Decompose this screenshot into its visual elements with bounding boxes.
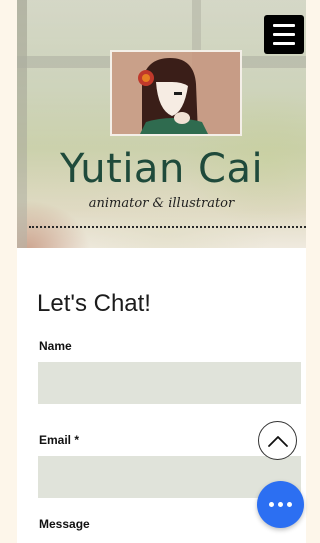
scroll-to-top-button[interactable] [258, 421, 297, 460]
site-tagline: animator & illustrator [88, 196, 235, 211]
name-field[interactable] [38, 362, 301, 404]
chevron-up-icon [267, 435, 288, 447]
site-title[interactable]: Yutian Cai [17, 141, 306, 197]
ellipsis-icon [269, 502, 274, 507]
form-title: Let's Chat! [37, 290, 151, 317]
hamburger-menu-icon [273, 33, 295, 36]
menu-button[interactable] [264, 15, 304, 54]
header-banner: Yutian Cai animator & illustrator [17, 0, 306, 248]
ellipsis-icon [287, 502, 292, 507]
page: Yutian Cai animator & illustrator Let's … [17, 0, 306, 543]
avatar [110, 50, 242, 136]
avatar-illustration [112, 52, 240, 134]
ellipsis-icon [278, 502, 283, 507]
message-label: Message [39, 517, 90, 531]
chat-button[interactable] [257, 481, 304, 528]
name-label: Name [39, 339, 72, 353]
email-label: Email * [39, 433, 80, 447]
hamburger-menu-icon [273, 42, 295, 45]
dotted-divider [29, 226, 306, 228]
hamburger-menu-icon [273, 24, 295, 27]
